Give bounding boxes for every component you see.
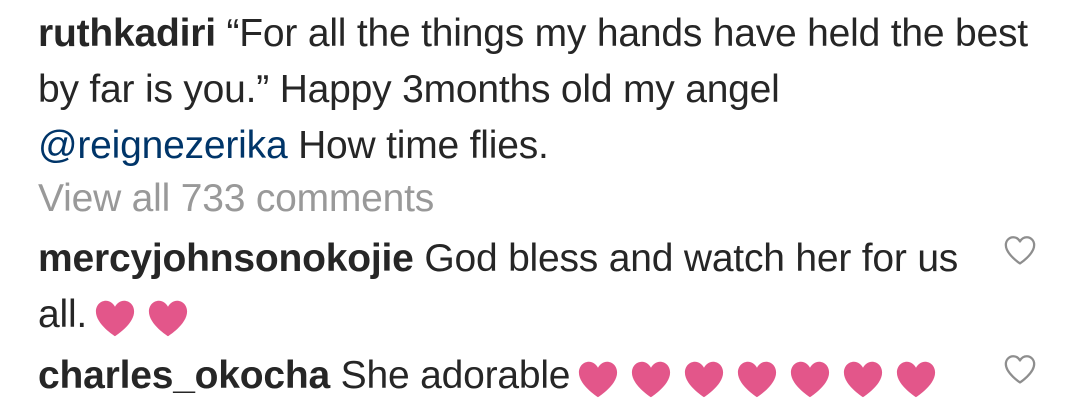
comment-username[interactable]: mercyjohnsonokojie [38,237,414,280]
heart-emoji-icon [844,362,883,398]
heart-outline-icon[interactable] [1003,353,1037,385]
caption-username[interactable]: ruthkadiri [38,12,216,55]
comment-hearts [576,350,947,406]
heart-emoji-icon [791,362,830,398]
heart-emoji-icon [738,362,777,398]
caption-mention-link[interactable]: @reignezerika [38,124,288,167]
heart-emoji-icon [148,301,188,337]
heart-emoji-icon [897,362,936,398]
heart-emoji-icon [685,362,724,398]
view-all-comments-link[interactable]: View all 733 comments [38,171,434,227]
comment-item: charles_okocha She adorable [38,348,998,406]
post-caption: ruthkadiri “For all the things my hands … [38,6,1038,174]
heart-emoji-icon [632,362,671,398]
heart-outline-icon[interactable] [1003,234,1037,266]
comment-text: She adorable [340,354,571,397]
caption-text-after: How time flies. [298,124,549,167]
comment-item: mercyjohnsonokojie God bless and watch h… [38,231,978,345]
comment-username[interactable]: charles_okocha [38,354,330,397]
heart-emoji-icon [95,301,135,337]
heart-emoji-icon [579,362,618,398]
comment-hearts [93,289,199,345]
